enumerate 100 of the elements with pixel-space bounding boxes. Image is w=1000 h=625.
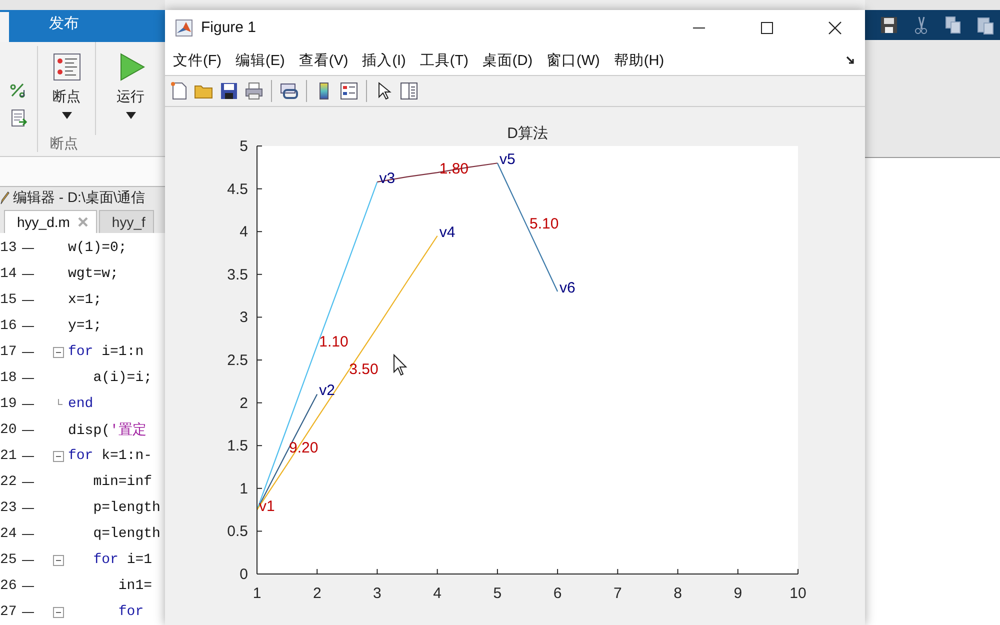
paste-icon[interactable]: [975, 15, 995, 35]
tick-label: 3: [240, 309, 248, 326]
line-number: 18: [0, 370, 17, 386]
line-number: 26: [0, 578, 17, 594]
legend-icon[interactable]: [339, 81, 359, 101]
breakpoints-button[interactable]: 断点: [38, 42, 95, 135]
tick-label: 0: [240, 566, 248, 583]
line-marker: [22, 326, 34, 327]
code-line: y=1;: [68, 318, 102, 334]
line-marker: [22, 378, 34, 379]
chart-title: D算法: [507, 125, 548, 142]
tick-label: 0.5: [227, 523, 248, 540]
code-line: disp('置定: [68, 421, 146, 440]
menu-item[interactable]: 工具(T): [414, 50, 476, 70]
dock-arrow-icon[interactable]: [846, 56, 855, 64]
tick-label: 1: [252, 585, 262, 602]
data-label: 3.50: [349, 360, 378, 378]
tick-label: 5: [493, 585, 502, 602]
tick-label: 6: [553, 585, 562, 602]
code-line: in1=: [117, 578, 152, 594]
line-number: 16: [0, 318, 17, 334]
line-marker: [22, 560, 34, 561]
data-label: v4: [439, 224, 456, 241]
save-icon[interactable]: [879, 15, 899, 35]
tick-label: 3.5: [227, 266, 248, 284]
code-line: for i=1: [92, 552, 152, 568]
line-number: 20: [0, 422, 17, 438]
line-marker: [22, 248, 34, 249]
line-marker: [22, 508, 34, 509]
code-line: wgt=w;: [68, 266, 118, 282]
tick-label: 3: [373, 585, 382, 602]
line-marker: [22, 404, 34, 405]
tick-label: 7: [614, 585, 622, 602]
fold-icon[interactable]: [53, 346, 64, 358]
mouse-cursor-icon: [394, 354, 408, 376]
code-line: for: [117, 604, 144, 620]
menu-item[interactable]: 编辑(E): [230, 50, 293, 70]
caret-icon: [62, 112, 72, 120]
tick-label: 2: [312, 585, 322, 602]
document-icon[interactable]: [8, 108, 29, 128]
window-title: Figure 1: [201, 19, 256, 36]
ribbon-tab[interactable]: 发布: [9, 12, 79, 42]
tick-label: 10: [790, 585, 806, 602]
breakpoint-list-icon: [52, 52, 82, 82]
tick-label: 2: [240, 394, 248, 412]
save-icon[interactable]: [219, 81, 239, 101]
line-number: 14: [0, 266, 17, 282]
new-file-icon[interactable]: [169, 81, 189, 101]
data-label: v1: [259, 498, 275, 515]
menu-item[interactable]: 桌面(D): [476, 50, 541, 70]
fold-icon[interactable]: [53, 450, 64, 462]
line-number: 15: [0, 292, 17, 308]
data-label: v6: [560, 280, 576, 297]
code-line: w(1)=0;: [68, 240, 127, 256]
line-number: 21: [0, 448, 17, 464]
line-number: 24: [0, 526, 17, 542]
tick-label: 4: [433, 585, 442, 602]
tick-label: 5: [240, 138, 248, 155]
copy-icon[interactable]: [943, 15, 963, 35]
fold-icon[interactable]: [53, 606, 64, 618]
tick-label: 1.5: [227, 438, 248, 455]
line-marker: [22, 482, 34, 483]
line-marker: [22, 300, 34, 301]
line-marker: [22, 534, 34, 535]
line-number: 27: [0, 604, 17, 620]
property-panel-icon[interactable]: [399, 81, 419, 101]
caret-icon: [126, 112, 136, 120]
code-line: x=1;: [68, 292, 102, 308]
line-marker: [22, 456, 34, 457]
code-line: end: [68, 396, 94, 412]
app-icon: [175, 18, 193, 36]
file-tab[interactable]: hyy_f: [98, 210, 154, 234]
fold-icon[interactable]: [53, 554, 64, 566]
link-icon[interactable]: [279, 81, 299, 101]
data-label: 5.10: [530, 215, 559, 232]
group-label: 断点: [49, 134, 79, 153]
tick-label: 4.5: [227, 180, 248, 198]
menu-item[interactable]: 查看(V): [292, 50, 356, 70]
code-line: min=inf: [92, 474, 152, 490]
tick-label: 2.5: [227, 352, 248, 369]
line-number: 17: [0, 344, 17, 360]
code-line: p=length: [92, 500, 160, 516]
editor-title: 编辑器 - D:\桌面\通信: [13, 189, 146, 208]
tick-label: 4: [240, 224, 248, 241]
line-number: 22: [0, 474, 17, 490]
printer-icon[interactable]: [244, 81, 264, 101]
line-number: 13: [0, 240, 17, 256]
tick-label: 1: [240, 480, 248, 498]
menu-item[interactable]: 窗口(W): [540, 50, 608, 70]
file-tab[interactable]: hyy_d.m: [4, 210, 97, 234]
code-line: for k=1:n-: [68, 448, 152, 464]
line-marker: [22, 430, 34, 431]
maximize-icon: [761, 22, 773, 34]
line-number: 23: [0, 500, 17, 516]
code-line: for i=1:n: [68, 344, 144, 360]
menu-item[interactable]: 帮助(H): [608, 50, 672, 70]
menu-item[interactable]: 文件(F): [167, 50, 230, 70]
tick-label: 9: [734, 585, 742, 602]
menu-item[interactable]: 插入(I): [356, 50, 414, 70]
pencil-icon: [0, 191, 10, 206]
